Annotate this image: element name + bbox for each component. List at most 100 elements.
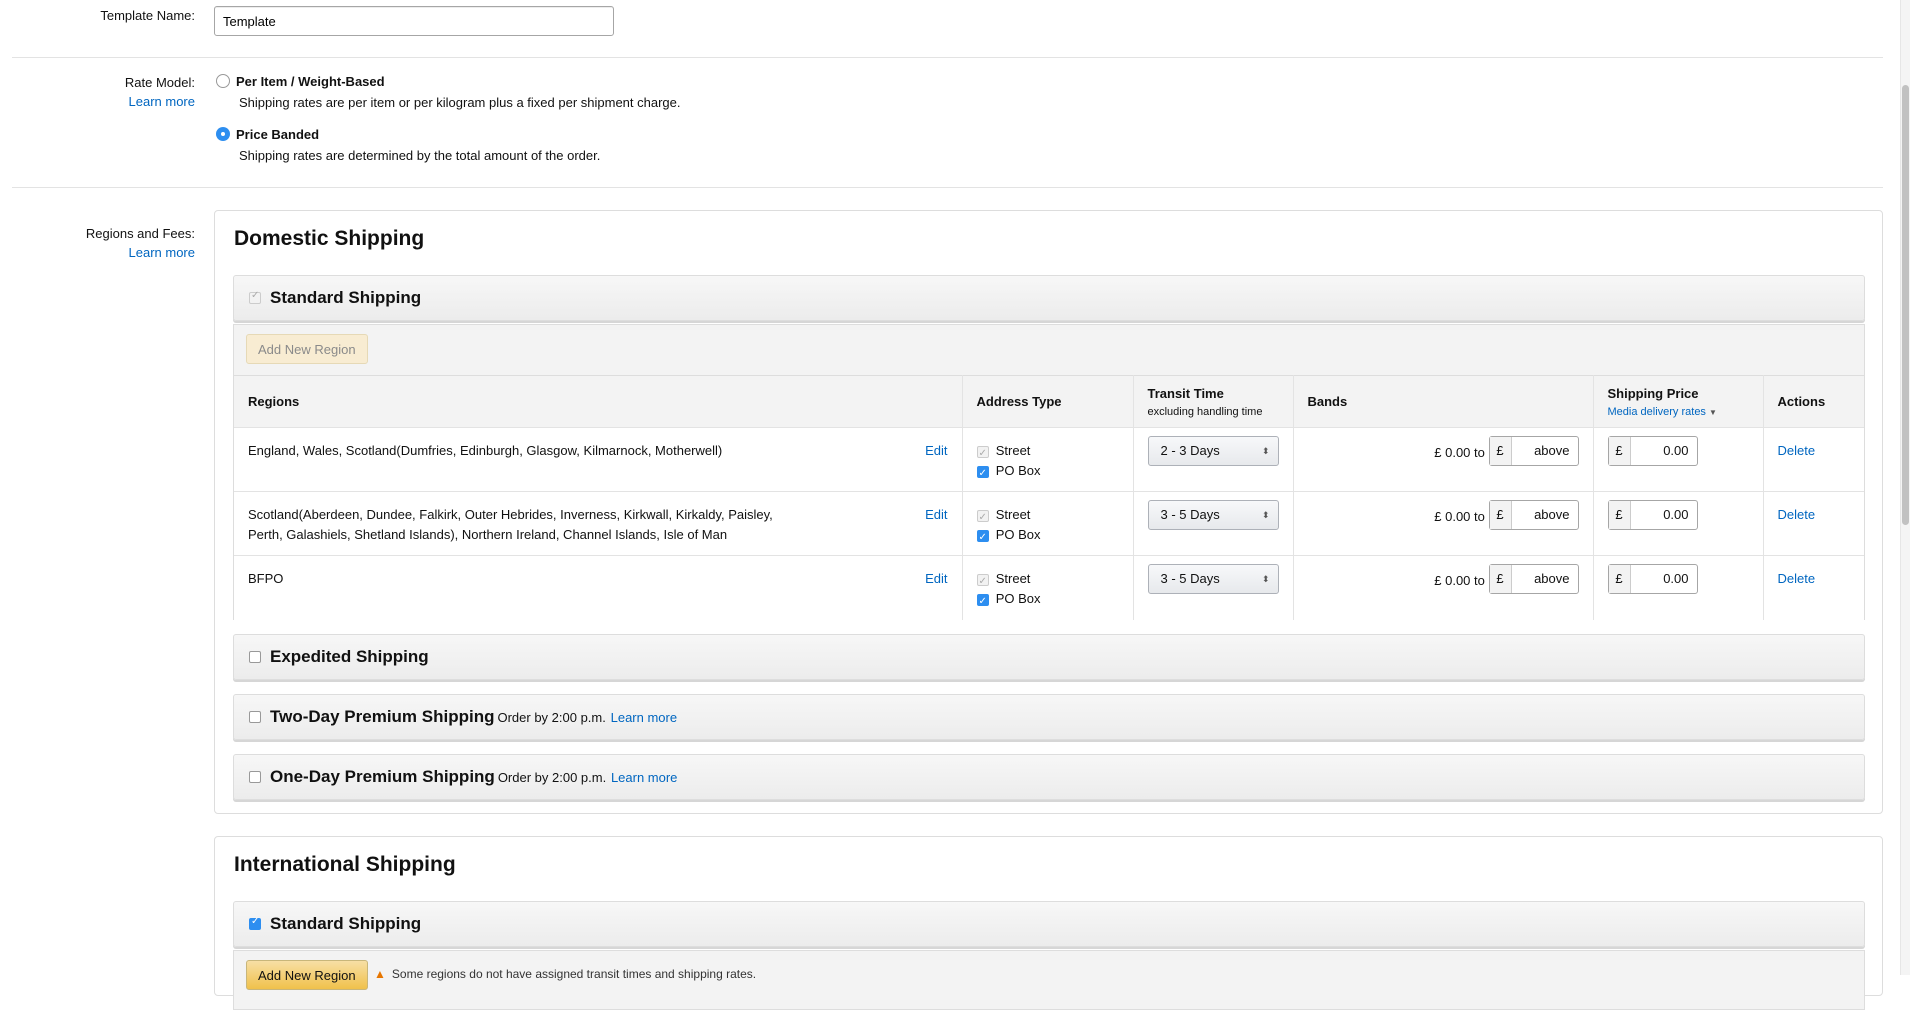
col-address-type: Address Type xyxy=(962,375,1134,428)
band-from: £ 0.00 to xyxy=(1434,508,1485,524)
delete-link[interactable]: Delete xyxy=(1778,571,1816,586)
intl-add-new-region-button[interactable]: Add New Region xyxy=(246,960,368,990)
region-cell: Edit England, Wales, Scotland(Dumfries, E… xyxy=(234,427,963,492)
edit-region-link[interactable]: Edit xyxy=(925,441,947,461)
street-checkbox[interactable] xyxy=(976,572,989,592)
divider xyxy=(12,57,1883,58)
street-label: Street xyxy=(995,507,1031,522)
two-day-shipping-header: Two-Day Premium Shipping Order by 2:00 p.… xyxy=(233,694,1865,740)
domestic-title: Domestic Shipping xyxy=(234,227,425,250)
transit-time-select[interactable]: 2 - 3 Days xyxy=(1147,436,1279,466)
region-text: BFPO xyxy=(248,571,284,586)
expedited-shipping-label: Expedited Shipping xyxy=(270,647,429,666)
per-item-title: Per Item / Weight-Based xyxy=(236,74,385,89)
region-text: England, Wales, Scotland(Dumfries, Edinb… xyxy=(248,443,723,458)
domestic-shipping-section: Domestic Shipping Standard Shipping Add … xyxy=(214,210,1883,814)
scrollbar-thumb[interactable] xyxy=(1902,85,1909,525)
delete-link[interactable]: Delete xyxy=(1778,443,1816,458)
standard-shipping-panel: Add New Region Regions Address Type Tran… xyxy=(233,324,1865,620)
price-cell: £0.00 xyxy=(1593,427,1764,492)
address-type-cell: Street PO Box xyxy=(962,491,1134,556)
band-from: £ 0.00 to xyxy=(1434,444,1485,460)
table-row: Edit BFPO Street PO Box 3 - 5 Days £ 0.00… xyxy=(234,555,1864,620)
po-box-checkbox[interactable] xyxy=(976,592,989,612)
rate-model-learn-more[interactable]: Learn more xyxy=(129,92,195,111)
col-regions: Regions xyxy=(234,375,963,428)
po-box-label: PO Box xyxy=(995,591,1041,606)
bands-cell: £ 0.00 to £ above xyxy=(1293,491,1594,556)
shipping-price-input[interactable]: £0.00 xyxy=(1607,564,1698,594)
divider xyxy=(12,187,1883,188)
actions-cell: Delete xyxy=(1763,555,1864,620)
po-box-checkbox[interactable] xyxy=(976,528,989,548)
edit-region-link[interactable]: Edit xyxy=(925,569,947,589)
one-day-shipping-header: One-Day Premium Shipping Order by 2:00 p.… xyxy=(233,754,1865,800)
band-from: £ 0.00 to xyxy=(1434,572,1485,588)
media-delivery-rates-link[interactable]: Media delivery rates xyxy=(1608,406,1706,418)
intl-standard-panel: Add New Region ▲ Some regions do not have… xyxy=(233,950,1865,1010)
radio-per-item[interactable] xyxy=(216,74,230,88)
street-checkbox[interactable] xyxy=(976,444,989,464)
two-day-note: Order by 2:00 p.m. xyxy=(497,710,606,725)
expedited-shipping-header: Expedited Shipping xyxy=(233,634,1865,680)
transit-time-select[interactable]: 3 - 5 Days xyxy=(1147,564,1279,594)
one-day-shipping-checkbox[interactable] xyxy=(249,771,261,783)
template-name-input[interactable] xyxy=(214,6,614,36)
shipping-price-input[interactable]: £0.00 xyxy=(1607,436,1698,466)
band-to-input[interactable]: £ above xyxy=(1488,436,1579,466)
caret-down-icon: ▼ xyxy=(1709,407,1717,417)
po-box-checkbox[interactable] xyxy=(976,464,989,484)
street-checkbox[interactable] xyxy=(976,508,989,528)
transit-time-select[interactable]: 3 - 5 Days xyxy=(1147,500,1279,530)
radio-price-banded[interactable] xyxy=(216,127,230,141)
po-box-label: PO Box xyxy=(995,463,1041,478)
region-cell: Edit BFPO xyxy=(234,555,963,620)
col-actions: Actions xyxy=(1763,375,1864,428)
intl-standard-shipping-header: Standard Shipping xyxy=(233,901,1865,947)
two-day-shipping-label: Two-Day Premium Shipping xyxy=(270,707,495,726)
two-day-learn-more[interactable]: Learn more xyxy=(611,710,677,725)
regions-fees-learn-more[interactable]: Learn more xyxy=(129,243,195,262)
standard-shipping-header: Standard Shipping xyxy=(233,275,1865,321)
col-bands: Bands xyxy=(1293,375,1594,428)
address-type-cell: Street PO Box xyxy=(962,555,1134,620)
one-day-learn-more[interactable]: Learn more xyxy=(611,770,677,785)
template-name-label: Template Name: xyxy=(100,8,195,23)
transit-cell: 2 - 3 Days xyxy=(1133,427,1294,492)
warning-message: ▲ Some regions do not have assigned trans… xyxy=(374,967,757,981)
price-cell: £0.00 xyxy=(1593,555,1764,620)
col-transit-time: Transit Time excluding handling time xyxy=(1133,375,1294,428)
rate-model-label: Rate Model: xyxy=(124,75,195,90)
two-day-shipping-checkbox[interactable] xyxy=(249,711,261,723)
delete-link[interactable]: Delete xyxy=(1778,507,1816,522)
standard-shipping-checkbox[interactable] xyxy=(249,290,261,304)
add-new-region-button[interactable]: Add New Region xyxy=(246,334,368,364)
transit-cell: 3 - 5 Days xyxy=(1133,491,1294,556)
street-label: Street xyxy=(995,443,1031,458)
price-banded-title: Price Banded xyxy=(236,127,320,142)
street-label: Street xyxy=(995,571,1031,586)
international-shipping-section: International Shipping Standard Shipping… xyxy=(214,836,1883,1010)
bands-cell: £ 0.00 to £ above xyxy=(1293,427,1594,492)
po-box-label: PO Box xyxy=(995,527,1041,542)
one-day-note: Order by 2:00 p.m. xyxy=(497,770,607,785)
edit-region-link[interactable]: Edit xyxy=(925,505,947,525)
warning-icon: ▲ xyxy=(374,967,386,981)
actions-cell: Delete xyxy=(1763,491,1864,556)
international-title: International Shipping xyxy=(234,853,456,876)
shipping-price-input[interactable]: £0.00 xyxy=(1607,500,1698,530)
table-header: Regions Address Type Transit Time excludi… xyxy=(234,375,1864,428)
expedited-shipping-checkbox[interactable] xyxy=(249,651,261,663)
price-banded-desc: Shipping rates are determined by the tot… xyxy=(239,148,601,163)
standard-shipping-label: Standard Shipping xyxy=(270,288,422,307)
band-to-input[interactable]: £ above xyxy=(1488,564,1579,594)
band-to-input[interactable]: £ above xyxy=(1488,500,1579,530)
region-text: Scotland(Aberdeen, Dundee, Falkirk, Oute… xyxy=(248,507,773,542)
intl-standard-shipping-checkbox[interactable] xyxy=(249,916,261,930)
table-row: Edit Scotland(Aberdeen, Dundee, Falkirk, … xyxy=(234,491,1864,556)
per-item-desc: Shipping rates are per item or per kilog… xyxy=(239,95,681,110)
transit-cell: 3 - 5 Days xyxy=(1133,555,1294,620)
region-cell: Edit Scotland(Aberdeen, Dundee, Falkirk, … xyxy=(234,491,963,556)
intl-standard-shipping-label: Standard Shipping xyxy=(270,914,422,933)
actions-cell: Delete xyxy=(1763,427,1864,492)
